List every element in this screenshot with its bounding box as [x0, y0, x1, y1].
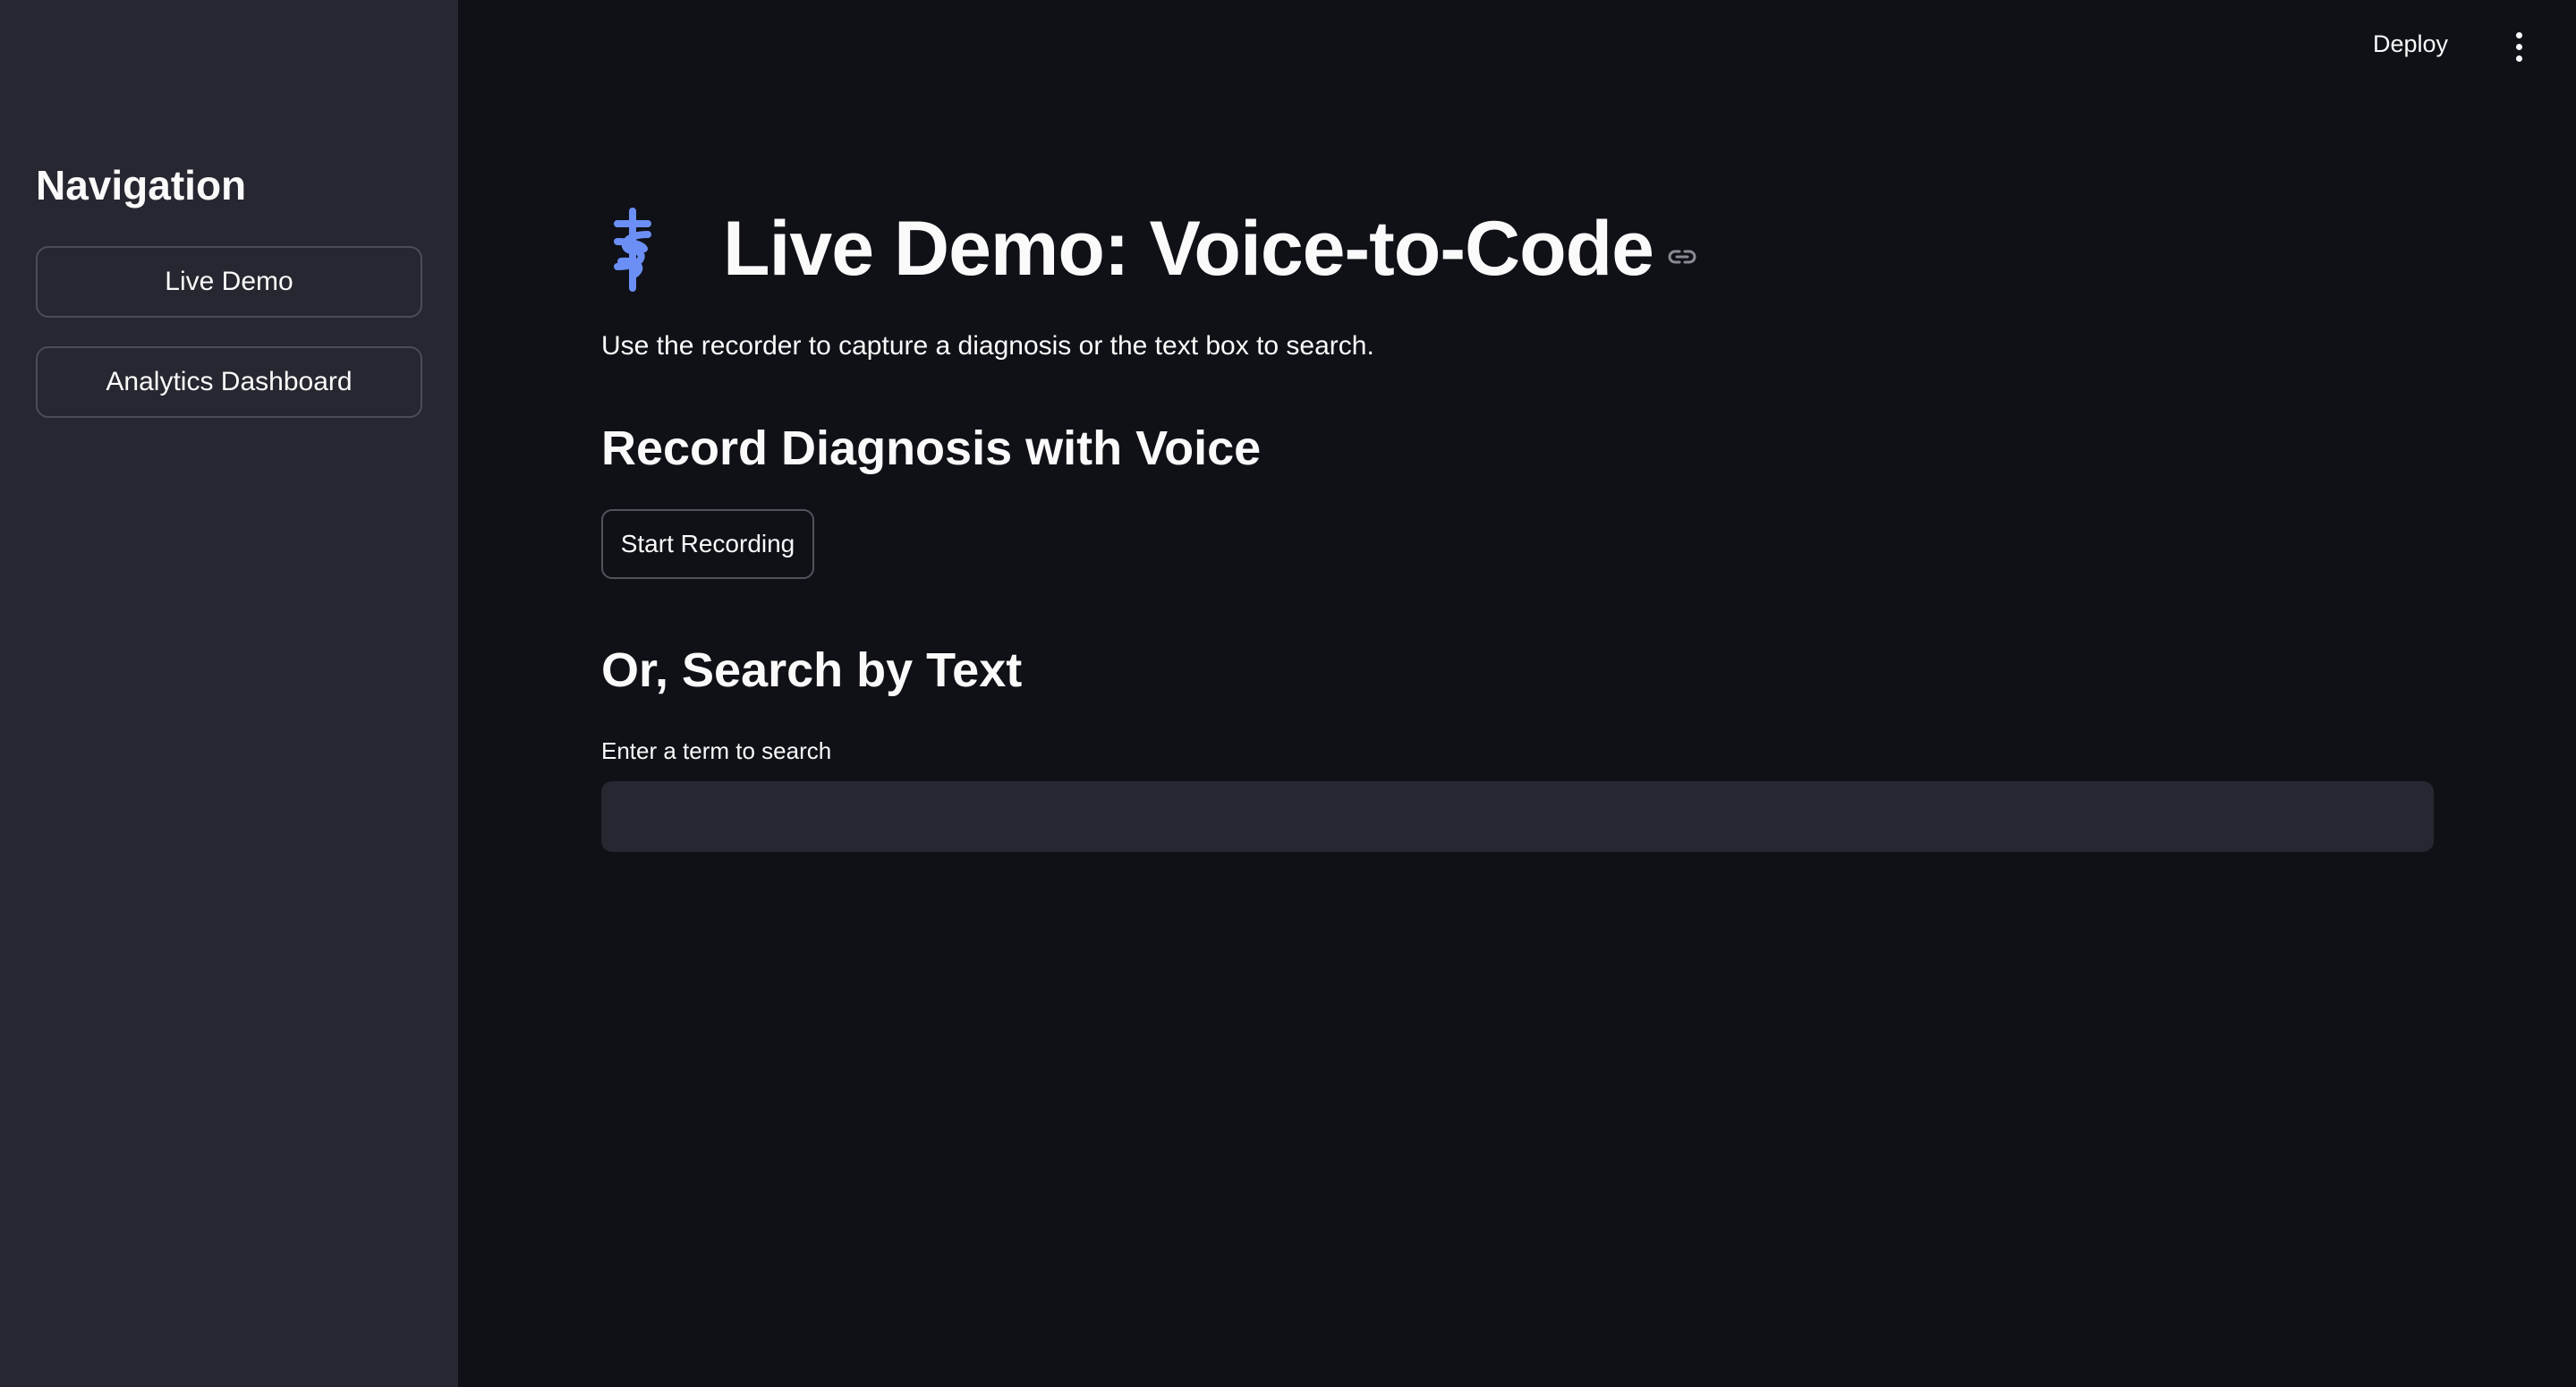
deploy-button[interactable]: Deploy [2373, 30, 2448, 58]
start-recording-button[interactable]: Start Recording [601, 509, 814, 579]
sidebar: Navigation Live Demo Analytics Dashboard [0, 0, 458, 1387]
medical-caduceus-icon [601, 195, 709, 302]
sidebar-item-analytics-dashboard[interactable]: Analytics Dashboard [36, 346, 422, 418]
record-section-heading: Record Diagnosis with Voice [601, 421, 1262, 475]
search-input[interactable] [601, 781, 2434, 852]
app-window: Navigation Live Demo Analytics Dashboard… [0, 0, 2576, 1387]
search-section-heading: Or, Search by Text [601, 643, 1023, 697]
menu-dot [2515, 55, 2522, 62]
sidebar-title: Navigation [36, 162, 247, 208]
intro-text: Use the recorder to capture a diagnosis … [601, 331, 1374, 361]
vertical-ellipsis-icon[interactable] [2505, 27, 2532, 66]
page-title: Live Demo: Voice-to-Code [723, 205, 1654, 292]
page-title-row: Live Demo: Voice-to-Code [601, 195, 1698, 302]
menu-dot [2515, 31, 2522, 38]
menu-dot [2515, 43, 2522, 50]
link-icon[interactable] [1666, 241, 1698, 273]
search-input-label: Enter a term to search [601, 737, 832, 764]
sidebar-item-live-demo[interactable]: Live Demo [36, 246, 422, 318]
